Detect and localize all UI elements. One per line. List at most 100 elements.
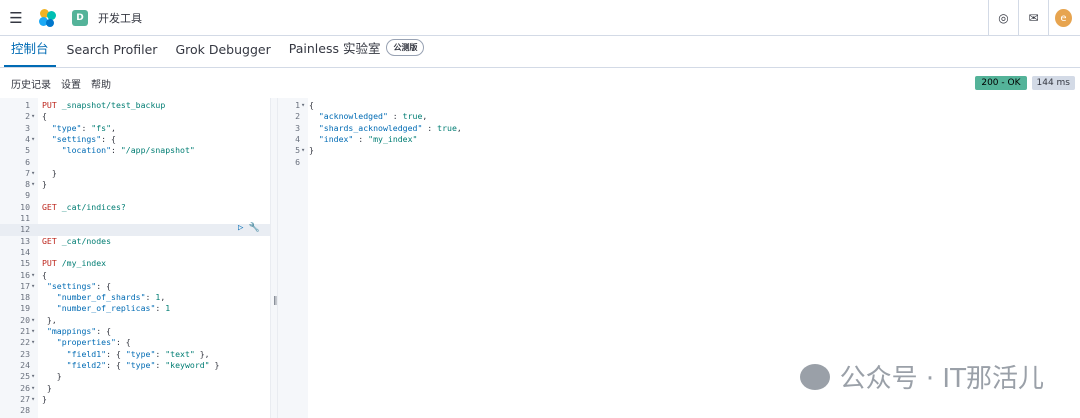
line-number: 13 — [20, 235, 30, 246]
line-number: 3 — [295, 122, 300, 133]
line-number: 5 — [25, 145, 30, 156]
code-line[interactable]: 18 "number_of_shards": 1, — [0, 292, 270, 303]
code-text: } — [42, 167, 57, 178]
code-line[interactable]: 23 "field1": { "type": "text" }, — [0, 349, 270, 360]
mail-icon[interactable]: ✉ — [1018, 0, 1048, 36]
line-number: 18 — [20, 292, 30, 303]
code-text: "number_of_shards": 1, — [56, 292, 166, 303]
code-line[interactable]: 2 "acknowledged" : true, — [278, 111, 1080, 122]
code-line[interactable]: 3 "shards_acknowledged" : true, — [278, 123, 1080, 134]
fold-toggle-icon[interactable]: ▾ — [31, 371, 35, 382]
code-text: PUT /my_index — [42, 258, 107, 269]
fold-toggle-icon[interactable]: ▾ — [31, 383, 35, 394]
code-line[interactable]: 13 GET _cat/nodes — [0, 236, 270, 247]
fold-toggle-icon[interactable]: ▾ — [31, 134, 35, 145]
fold-toggle-icon[interactable]: ▾ — [301, 100, 305, 111]
code-text: "index" : "my_index" — [318, 133, 418, 144]
fold-toggle-icon[interactable]: ▾ — [31, 111, 35, 122]
code-line[interactable]: 1 PUT _snapshot/test_backup — [0, 100, 270, 111]
line-number: 1 — [295, 100, 300, 110]
code-line[interactable]: 4 ▾ "settings": { — [0, 134, 270, 145]
code-line[interactable]: 27 ▾} — [0, 394, 270, 405]
fold-toggle-icon[interactable]: ▾ — [31, 337, 35, 348]
code-line[interactable]: 9 — [0, 190, 270, 201]
code-line[interactable]: 4 "index" : "my_index" — [278, 134, 1080, 145]
tab-console[interactable]: 控制台 — [4, 38, 56, 67]
fold-toggle-icon[interactable]: ▾ — [31, 315, 35, 326]
code-line[interactable]: 7 ▾ } — [0, 168, 270, 179]
fold-toggle-icon[interactable]: ▾ — [301, 145, 305, 156]
drag-handle-icon[interactable]: ‖ — [273, 296, 278, 306]
code-line[interactable]: 10 GET _cat/indices? — [0, 202, 270, 213]
code-line[interactable]: 6 — [0, 157, 270, 168]
line-number: 15 — [20, 258, 30, 269]
settings-link[interactable]: 设置 — [61, 76, 81, 91]
code-line[interactable]: 12 — [0, 224, 270, 236]
line-number: 24 — [20, 359, 30, 370]
avatar[interactable]: e — [1055, 9, 1072, 27]
code-line[interactable]: 19 "number_of_replicas": 1 — [0, 303, 270, 314]
code-line[interactable]: 16 ▾ { — [0, 270, 270, 281]
request-editor[interactable]: 1 PUT _snapshot/test_backup 2 ▾{3 "type": "… — [0, 98, 270, 418]
user-menu[interactable]: e — [1048, 0, 1072, 36]
history-link[interactable]: 历史记录 — [11, 76, 51, 91]
code-line[interactable]: 25 ▾ } — [0, 371, 270, 382]
status-badge: 200 - OK — [975, 76, 1027, 90]
code-line[interactable]: 11 — [0, 213, 270, 224]
request-actions[interactable]: ▷ 🔧 — [238, 223, 260, 233]
line-number: 25 — [20, 371, 30, 382]
code-line[interactable]: 6 — [278, 157, 1080, 168]
code-line[interactable]: 14 — [0, 247, 270, 258]
elastic-logo[interactable] — [38, 8, 58, 28]
fold-toggle-icon[interactable]: ▾ — [31, 168, 35, 179]
code-line[interactable]: 17 ▾ "settings": { — [0, 281, 270, 292]
code-text: "settings": { — [46, 280, 112, 291]
fold-toggle-icon[interactable]: ▾ — [31, 394, 35, 405]
fold-toggle-icon[interactable]: ▾ — [31, 281, 35, 292]
code-line[interactable]: 21 ▾ "mappings": { — [0, 326, 270, 337]
code-text: "type": "fs", — [51, 122, 116, 133]
code-text: }, — [42, 314, 57, 325]
tab-painless-lab[interactable]: Painless 实验室 公测版 — [282, 38, 432, 67]
code-line[interactable]: 5 "location": "/app/snapshot" — [0, 145, 270, 156]
help-link[interactable]: 帮助 — [91, 76, 111, 91]
code-line[interactable]: 3 "type": "fs", — [0, 123, 270, 134]
resize-handle[interactable]: ‖ — [270, 98, 278, 418]
fold-toggle-icon[interactable]: ▾ — [31, 326, 35, 337]
code-line[interactable]: 22 ▾ "properties": { — [0, 337, 270, 348]
code-line[interactable]: 2 ▾ { — [0, 111, 270, 122]
fold-toggle-icon[interactable]: ▾ — [31, 270, 35, 281]
code-text: "location": "/app/snapshot" — [61, 145, 195, 156]
help-icon[interactable]: ◎ — [988, 0, 1018, 36]
space-avatar[interactable]: D — [72, 9, 88, 26]
breadcrumb: 开发工具 — [98, 11, 142, 25]
code-text: { — [309, 100, 314, 110]
line-number: 2 — [25, 111, 30, 122]
menu-icon[interactable]: ☰ — [0, 0, 32, 36]
line-number: 23 — [20, 348, 30, 359]
line-number: 21 — [20, 326, 30, 336]
code-text: GET _cat/nodes — [42, 235, 112, 246]
code-text: } — [42, 179, 47, 190]
code-line[interactable]: 28 — [0, 405, 270, 416]
time-badge: 144 ms — [1031, 76, 1075, 90]
line-number: 2 — [295, 111, 300, 122]
play-icon[interactable]: ▷ — [238, 223, 243, 233]
code-line[interactable]: 20 ▾ }, — [0, 315, 270, 326]
code-line[interactable]: 26 ▾ } — [0, 383, 270, 394]
tab-search-profiler[interactable]: Search Profiler — [60, 42, 165, 67]
fold-toggle-icon[interactable]: ▾ — [31, 179, 35, 190]
line-number: 4 — [25, 133, 30, 144]
code-line[interactable]: 24 "field2": { "type": "keyword" } — [0, 360, 270, 371]
code-text: "field2": { "type": "keyword" } — [66, 359, 220, 370]
code-line[interactable]: 8 ▾} — [0, 179, 270, 190]
tab-label: Grok Debugger — [175, 42, 271, 57]
code-line[interactable]: 1 ▾ { — [278, 100, 1080, 111]
code-line[interactable]: 5 ▾} — [278, 145, 1080, 156]
wrench-icon[interactable]: 🔧 — [249, 223, 260, 233]
code-text: "field1": { "type": "text" }, — [66, 348, 210, 359]
code-line[interactable]: 15 PUT /my_index — [0, 258, 270, 269]
wechat-icon — [799, 363, 830, 390]
tab-grok-debugger[interactable]: Grok Debugger — [168, 42, 277, 67]
watermark: 公众号 · IT那活儿 — [799, 358, 1044, 395]
